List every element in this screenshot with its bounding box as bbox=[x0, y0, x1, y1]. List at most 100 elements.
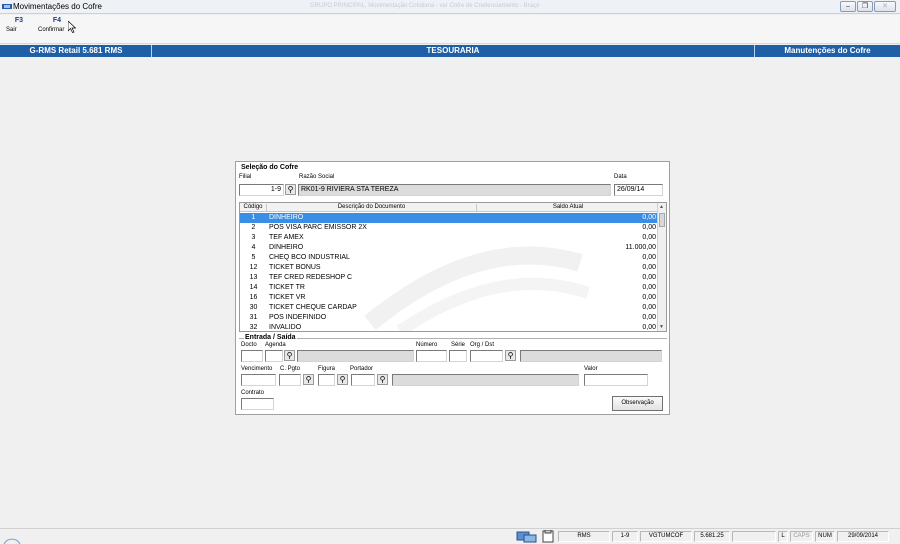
observacao-button[interactable]: Observação bbox=[612, 396, 663, 411]
cell-codigo: 3 bbox=[251, 234, 256, 241]
filial-lookup-binoculars-icon[interactable]: ⚲ bbox=[285, 184, 296, 195]
entrada-divider bbox=[239, 338, 667, 339]
grid-scrollbar[interactable]: ▲ ▼ bbox=[657, 203, 666, 331]
figura-label: Figura bbox=[318, 366, 336, 372]
status-caps: CAPS bbox=[790, 531, 813, 542]
numero-field[interactable] bbox=[416, 350, 447, 362]
toolbar: F3 Sair F4 Confirmar bbox=[0, 15, 900, 44]
org-dst-field[interactable] bbox=[470, 350, 503, 362]
col-codigo[interactable]: Código bbox=[240, 204, 267, 212]
data-field[interactable]: 26/09/14 bbox=[614, 184, 663, 196]
agenda-lookup-binoculars-icon[interactable]: ⚲ bbox=[284, 350, 295, 361]
cell-codigo: 16 bbox=[249, 294, 258, 301]
cofre-panel: Seleção do Cofre Filial Razão Social Dat… bbox=[235, 161, 670, 415]
status-version: 5.681.25 bbox=[694, 531, 730, 542]
cell-saldo: 0,00 bbox=[642, 294, 656, 301]
cpgto-label: C. Pgto bbox=[280, 366, 301, 372]
cpgto-field[interactable] bbox=[279, 374, 301, 386]
cell-codigo: 12 bbox=[249, 264, 258, 271]
cell-descricao: DINHEIRO bbox=[269, 214, 304, 221]
cell-codigo: 32 bbox=[249, 324, 258, 331]
scroll-up-icon[interactable]: ▲ bbox=[659, 204, 664, 210]
numero-label: Número bbox=[416, 342, 438, 348]
grid-header: Código Descrição do Documento Saldo Atua… bbox=[240, 203, 659, 212]
status-bar: RMS 1-9 VGTUMCOF 5.681.25 L CAPS NUM 29/… bbox=[0, 528, 900, 544]
figura-lookup-binoculars-icon[interactable]: ⚲ bbox=[337, 374, 348, 385]
razao-label: Razão Social bbox=[299, 174, 335, 180]
vencimento-field[interactable] bbox=[241, 374, 276, 386]
table-row[interactable]: 14 TICKET TR 0,00 bbox=[240, 283, 659, 293]
header-system: G-RMS Retail 5.681 RMS bbox=[29, 46, 123, 55]
cell-codigo: 4 bbox=[251, 244, 256, 251]
table-row[interactable]: 5 CHEQ BCO INDUSTRIAL 0,00 bbox=[240, 253, 659, 263]
serie-field[interactable] bbox=[449, 350, 467, 362]
start-orb-icon bbox=[3, 538, 21, 544]
cell-saldo: 0,00 bbox=[642, 314, 656, 321]
cell-descricao: INVALIDO bbox=[269, 324, 302, 331]
table-row[interactable]: 1 DINHEIRO 0,00 bbox=[240, 213, 659, 223]
cell-saldo: 0,00 bbox=[642, 224, 656, 231]
network-icon[interactable] bbox=[516, 530, 538, 543]
docto-label: Docto bbox=[241, 342, 257, 348]
cell-saldo: 0,00 bbox=[642, 254, 656, 261]
selecao-title: Seleção do Cofre bbox=[241, 164, 299, 171]
figura-field[interactable] bbox=[318, 374, 335, 386]
table-row[interactable]: 4 DINHEIRO 11.000,00 bbox=[240, 243, 659, 253]
cell-saldo: 0,00 bbox=[642, 284, 656, 291]
cell-descricao: TICKET BONUS bbox=[269, 264, 321, 271]
table-row[interactable]: 12 TICKET BONUS 0,00 bbox=[240, 263, 659, 273]
portador-field[interactable] bbox=[351, 374, 375, 386]
col-saldo[interactable]: Saldo Atual bbox=[477, 204, 659, 212]
header-module: TESOURARIA bbox=[426, 46, 480, 55]
col-descricao[interactable]: Descrição do Documento bbox=[267, 204, 477, 212]
status-date: 29/09/2014 bbox=[837, 531, 889, 542]
docto-field[interactable] bbox=[241, 350, 263, 362]
mouse-cursor-icon bbox=[68, 21, 76, 33]
table-row[interactable]: 31 POS INDEFINIDO 0,00 bbox=[240, 313, 659, 323]
scroll-down-icon[interactable]: ▼ bbox=[659, 324, 664, 330]
status-num: NUM bbox=[815, 531, 835, 542]
table-row[interactable]: 3 TEF AMEX 0,00 bbox=[240, 233, 659, 243]
vencimento-label: Vencimento bbox=[241, 366, 273, 372]
entrada-title: Entrada / Saída bbox=[244, 334, 297, 341]
contrato-field[interactable] bbox=[241, 398, 274, 410]
restore-button[interactable]: ❐ bbox=[857, 1, 873, 12]
filial-field[interactable]: 1-9 bbox=[239, 184, 284, 196]
cell-descricao: POS INDEFINIDO bbox=[269, 314, 327, 321]
table-row[interactable]: 32 INVALIDO 0,00 bbox=[240, 323, 659, 331]
cell-descricao: TICKET VR bbox=[269, 294, 306, 301]
header-screen: Manutenções do Cofre bbox=[784, 46, 871, 55]
contrato-label: Contrato bbox=[241, 390, 265, 396]
portador-lookup-binoculars-icon[interactable]: ⚲ bbox=[377, 374, 388, 385]
clipboard-icon[interactable] bbox=[541, 530, 555, 543]
cell-codigo: 5 bbox=[251, 254, 256, 261]
filial-label: Filial bbox=[239, 174, 252, 180]
cell-codigo: 1 bbox=[251, 214, 256, 221]
portador-label: Portador bbox=[350, 366, 374, 372]
cell-descricao: DINHEIRO bbox=[269, 244, 304, 251]
cell-descricao: TEF AMEX bbox=[269, 234, 304, 241]
table-row[interactable]: 30 TICKET CHEQUE CARDAP 0,00 bbox=[240, 303, 659, 313]
cell-codigo: 30 bbox=[249, 304, 258, 311]
scroll-thumb[interactable] bbox=[659, 213, 665, 227]
table-row[interactable]: 13 TEF CRED REDESHOP C 0,00 bbox=[240, 273, 659, 283]
cell-descricao: TICKET CHEQUE CARDAP bbox=[269, 304, 357, 311]
cell-descricao: TICKET TR bbox=[269, 284, 305, 291]
valor-field[interactable] bbox=[584, 374, 648, 386]
minimize-button[interactable]: – bbox=[840, 1, 856, 12]
cell-saldo: 0,00 bbox=[642, 274, 656, 281]
cell-descricao: POS VISA PARC EMISSOR 2X bbox=[269, 224, 367, 231]
agenda-field[interactable] bbox=[265, 350, 283, 362]
cpgto-lookup-binoculars-icon[interactable]: ⚲ bbox=[303, 374, 314, 385]
documentos-grid[interactable]: Código Descrição do Documento Saldo Atua… bbox=[239, 202, 667, 332]
cell-descricao: TEF CRED REDESHOP C bbox=[269, 274, 353, 281]
table-row[interactable]: 16 TICKET VR 0,00 bbox=[240, 293, 659, 303]
close-button[interactable]: ✕ bbox=[874, 1, 896, 12]
org-dst-lookup-binoculars-icon[interactable]: ⚲ bbox=[505, 350, 516, 361]
sair-button[interactable]: F3 Sair bbox=[6, 17, 32, 33]
table-row[interactable]: 2 POS VISA PARC EMISSOR 2X 0,00 bbox=[240, 223, 659, 233]
cell-saldo: 0,00 bbox=[642, 324, 656, 331]
status-blank bbox=[732, 531, 776, 542]
cell-saldo: 0,00 bbox=[642, 264, 656, 271]
razao-social-field: RK01-9 RIVIERA STA TEREZA bbox=[298, 184, 611, 196]
